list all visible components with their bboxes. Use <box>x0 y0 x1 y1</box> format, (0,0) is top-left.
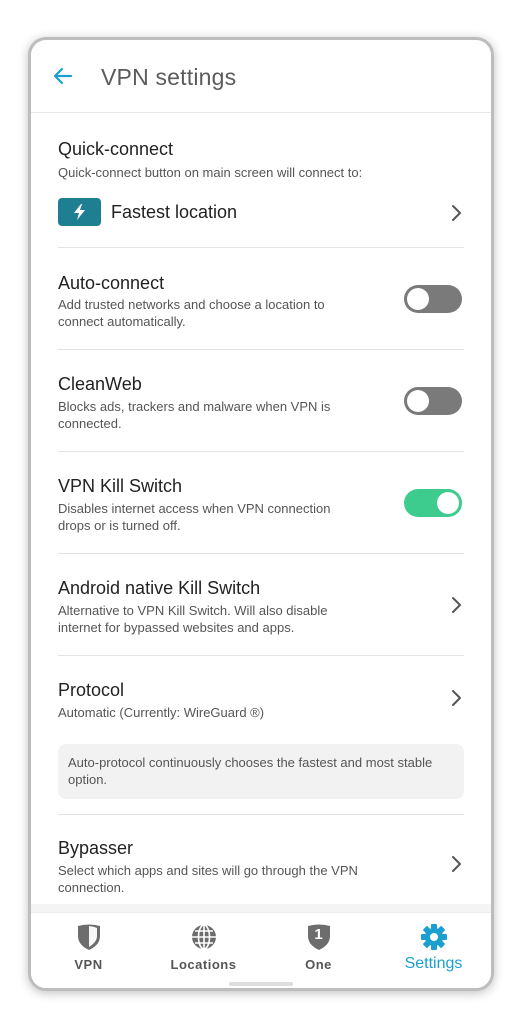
home-indicator <box>229 982 293 986</box>
quick-connect-option[interactable]: Fastest location <box>58 198 464 228</box>
kill-switch-description: Disables internet access when VPN connec… <box>58 501 331 533</box>
cleanweb-section: CleanWeb Blocks ads, trackers and malwar… <box>58 350 464 452</box>
toggle-knob <box>407 288 429 310</box>
globe-icon <box>191 924 216 950</box>
nav-one-label: One <box>305 957 332 972</box>
one-badge-number: 1 <box>314 926 323 943</box>
shield-icon <box>77 924 100 950</box>
protocol-title: Protocol <box>58 680 125 700</box>
auto-connect-description: Add trusted networks and choose a locati… <box>58 297 325 329</box>
kill-switch-section: VPN Kill Switch Disables internet access… <box>58 452 464 554</box>
toggle-knob <box>407 390 429 412</box>
quick-connect-option-label: Fastest location <box>111 202 238 222</box>
nav-settings-label: Settings <box>404 955 463 972</box>
android-kill-switch-section[interactable]: Android native Kill Switch Alternative t… <box>58 554 464 656</box>
bypasser-description: Select which apps and sites will go thro… <box>58 863 358 895</box>
app-window: VPN settings Quick-connect Quick-connect… <box>28 37 494 991</box>
nav-settings[interactable]: Settings <box>376 913 491 988</box>
kill-switch-toggle[interactable] <box>404 489 462 517</box>
protocol-section: Protocol Automatic (Currently: WireGuard… <box>58 656 464 815</box>
page-title: VPN settings <box>101 64 237 90</box>
quick-connect-title: Quick-connect <box>58 139 174 159</box>
nav-one[interactable]: 1 One <box>261 913 376 988</box>
nav-vpn[interactable]: VPN <box>31 913 146 988</box>
back-arrow-icon[interactable] <box>51 64 75 88</box>
nav-locations-label: Locations <box>170 957 237 972</box>
settings-list: Quick-connect Quick-connect button on ma… <box>58 112 464 915</box>
bypasser-title: Bypasser <box>58 838 134 858</box>
auto-connect-section: Auto-connect Add trusted networks and ch… <box>58 248 464 350</box>
kill-switch-title: VPN Kill Switch <box>58 476 183 496</box>
quick-connect-description: Quick-connect button on main screen will… <box>58 165 363 180</box>
chevron-right-icon <box>452 690 461 706</box>
android-kill-switch-title: Android native Kill Switch <box>58 578 261 598</box>
quick-connect-section: Quick-connect Quick-connect button on ma… <box>58 112 464 248</box>
bottom-navigation: VPN Locations 1 One Settings <box>31 912 491 988</box>
android-kill-switch-description: Alternative to VPN Kill Switch. Will als… <box>58 603 328 635</box>
chevron-right-icon <box>452 856 461 872</box>
gear-icon <box>420 924 447 950</box>
auto-connect-title: Auto-connect <box>58 273 165 293</box>
protocol-row[interactable]: Protocol Automatic (Currently: WireGuard… <box>58 656 464 734</box>
nav-locations[interactable]: Locations <box>146 913 261 988</box>
cleanweb-description: Blocks ads, trackers and malware when VP… <box>58 399 331 431</box>
top-app-bar: VPN settings <box>31 40 491 113</box>
chevron-right-icon <box>452 205 461 221</box>
lightning-icon <box>58 198 101 226</box>
chevron-right-icon <box>452 597 461 613</box>
toggle-knob <box>437 492 459 514</box>
protocol-info-box: Auto-protocol continuously chooses the f… <box>58 744 464 799</box>
cleanweb-toggle[interactable] <box>404 387 462 415</box>
cleanweb-title: CleanWeb <box>58 374 142 394</box>
auto-connect-toggle[interactable] <box>404 285 462 313</box>
nav-vpn-label: VPN <box>74 957 103 972</box>
protocol-current-value: Automatic (Currently: WireGuard ®) <box>58 705 265 720</box>
bypasser-section[interactable]: Bypasser Select which apps and sites wil… <box>58 815 464 915</box>
